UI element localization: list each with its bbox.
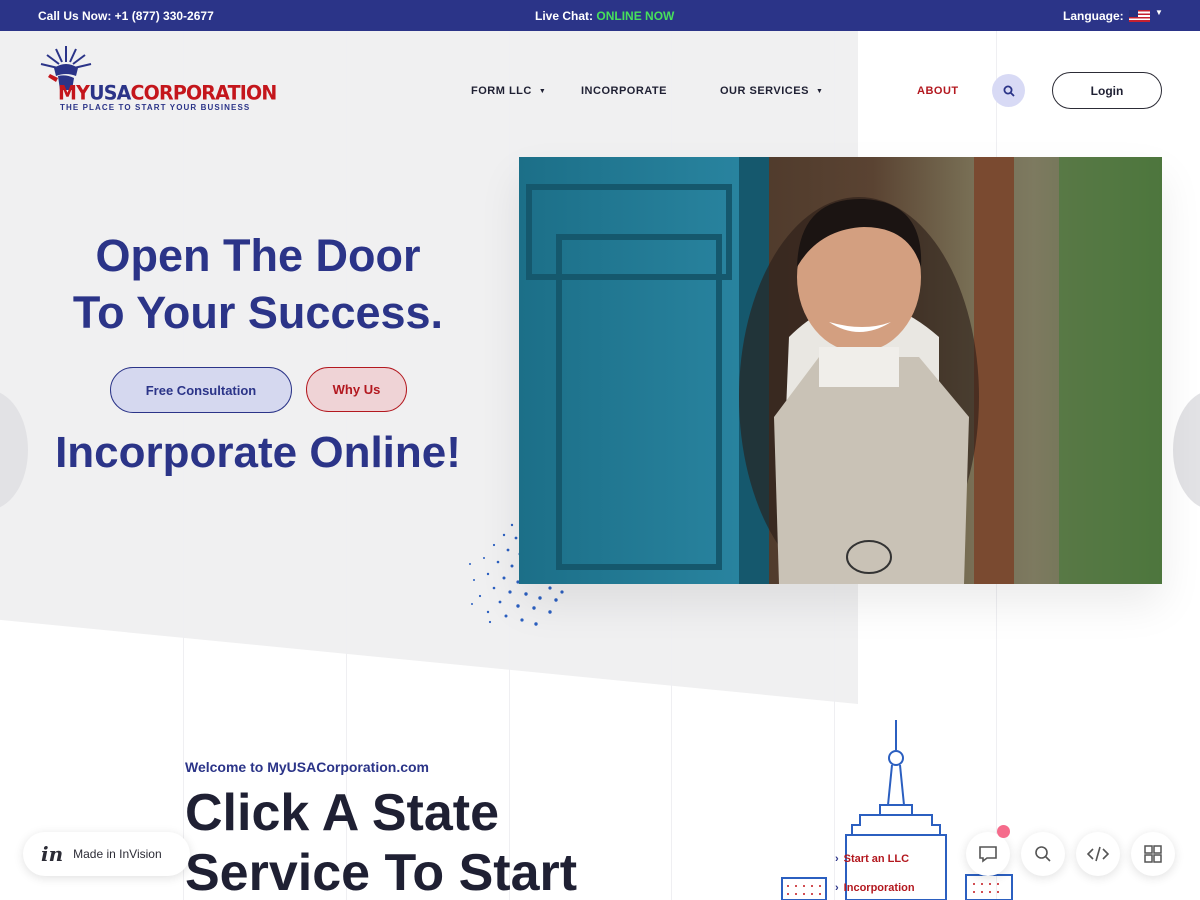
search-icon [1035,846,1051,862]
invision-label: Made in InVision [73,847,162,861]
notification-dot [997,825,1010,838]
login-button[interactable]: Login [1052,72,1162,109]
us-flag-icon[interactable] [1129,10,1150,22]
caret-down-icon: ▼ [815,88,824,95]
hero-subtitle: Incorporate Online! [55,428,461,477]
chevron-right-icon: › [835,882,839,894]
grid-line [509,31,510,900]
woman-at-door-image [519,157,1162,584]
free-consultation-button[interactable]: Free Consultation [110,367,292,413]
live-chat-label: Live Chat: [535,9,594,23]
phone-number-link[interactable]: Call Us Now: +1 (877) 330-2677 [38,9,214,23]
code-icon [1086,846,1110,862]
why-us-button[interactable]: Why Us [306,367,407,412]
hero-title-line2: To Your Success. [72,287,444,338]
language-label: Language: [1063,9,1124,23]
search-icon [1003,85,1015,97]
site-logo[interactable]: MYUSACORPORATION THE PLACE TO START YOUR… [36,44,277,114]
logo-wordmark: MYUSACORPORATION [58,81,278,105]
logo-usa: USA [89,81,131,105]
carousel-next-button[interactable] [1173,390,1200,510]
welcome-text: Welcome to MyUSACorporation.com [185,759,429,775]
start-llc-link[interactable]: › Start an LLC [835,853,909,865]
chevron-down-icon[interactable]: ▼ [1155,8,1163,17]
invision-badge[interactable]: in Made in InVision [23,832,190,876]
hero-title: Open The Door To Your Success. [30,227,486,341]
incorporation-link[interactable]: › Incorporation [835,882,915,894]
nav-our-services[interactable]: OUR SERVICES ▼ [720,85,823,97]
comment-icon [979,846,997,863]
nav-incorporate[interactable]: INCORPORATE [581,85,667,97]
caret-down-icon: ▼ [538,88,547,95]
section-heading-line1: Click A State [185,784,500,842]
chevron-right-icon: › [835,853,839,865]
grid-icon [1144,845,1162,863]
top-bar: Call Us Now: +1 (877) 330-2677 Live Chat… [0,0,1200,31]
logo-my: MY [58,81,90,105]
live-chat-link[interactable]: Live Chat: ONLINE NOW [535,9,674,23]
hero-title-line1: Open The Door [95,230,421,281]
incorporation-label: Incorporation [843,882,915,894]
logo-corporation: CORPORATION [130,81,278,105]
logo-tagline: THE PLACE TO START YOUR BUSINESS [60,103,251,112]
section-heading: Click A State Service To Start [185,783,577,900]
nav-form-llc-label: FORM LLC [471,85,532,97]
invision-logo: in [41,842,64,866]
nav-our-services-label: OUR SERVICES [720,85,809,97]
search-button[interactable] [992,74,1025,107]
inspect-search-button[interactable] [1021,832,1065,876]
chat-status: ONLINE NOW [596,9,675,23]
screens-grid-button[interactable] [1131,832,1175,876]
comments-button[interactable] [966,832,1010,876]
section-heading-line2: Service To Start [185,844,578,900]
nav-about[interactable]: ABOUT [917,85,959,97]
nav-form-llc[interactable]: FORM LLC ▼ [471,85,546,97]
code-button[interactable] [1076,832,1120,876]
hero-photo [519,157,1162,584]
start-llc-label: Start an LLC [843,853,910,865]
